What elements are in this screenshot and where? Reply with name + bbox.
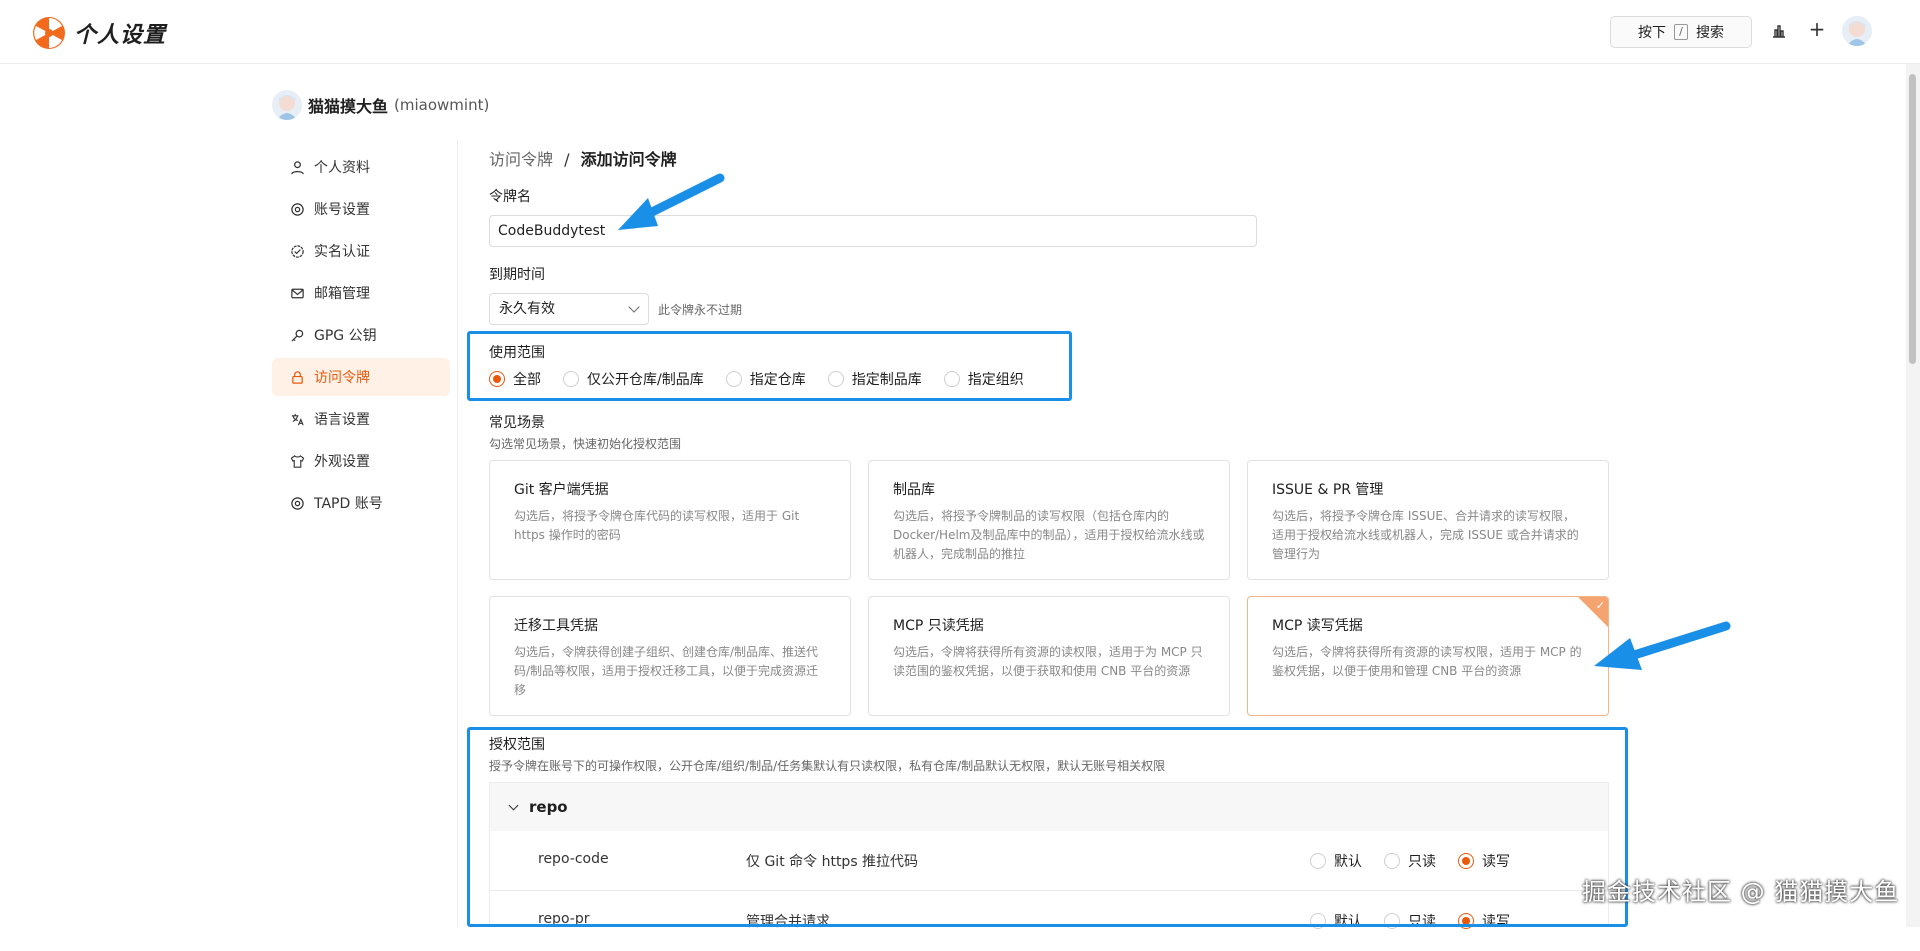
breadcrumb-separator: / — [564, 150, 570, 169]
sidebar-item-label: 语言设置 — [314, 412, 370, 428]
card-desc: 勾选后，令牌将获得所有资源的读写权限，适用于 MCP 的鉴权凭据，以便于使用和管… — [1272, 645, 1582, 678]
expiry-value: 永久有效 — [499, 301, 555, 317]
card-title: 制品库 — [893, 482, 935, 498]
annotation-box-permissions — [467, 727, 1628, 927]
shortcut-key: / — [1674, 24, 1688, 40]
user-icon — [291, 160, 304, 174]
user-name: 猫猫摸大鱼 — [308, 97, 389, 116]
language-icon — [291, 413, 304, 425]
scenario-label: 常见场景 — [489, 415, 545, 431]
card-title: ISSUE & PR 管理 — [1272, 482, 1384, 498]
sidebar-item-label: 实名认证 — [314, 244, 370, 260]
scenario-card-mcp-readwrite[interactable]: ✓ MCP 读写凭据 勾选后，令牌将获得所有资源的读写权限，适用于 MCP 的鉴… — [1247, 596, 1609, 716]
sidebar-item-appearance[interactable]: 外观设置 — [272, 442, 450, 480]
sidebar-divider — [457, 140, 458, 927]
lock-icon — [292, 370, 303, 384]
sidebar-item-account[interactable]: 账号设置 — [272, 190, 450, 228]
card-desc: 勾选后，将授予令牌仓库代码的读写权限，适用于 Git https 操作时的密码 — [514, 509, 800, 542]
scroll-thumb[interactable] — [1909, 74, 1916, 364]
gear-icon — [291, 496, 304, 510]
sidebar-item-profile[interactable]: 个人资料 — [272, 148, 450, 186]
settings-sidebar: 个人资料 账号设置 实名认证 邮箱管理 GPG 公钥 访问令牌 语言设置 外观设… — [272, 148, 450, 526]
shirt-icon — [290, 454, 305, 468]
scenario-card-mcp-readonly[interactable]: MCP 只读凭据 勾选后，令牌将获得所有资源的读权限，适用于为 MCP 只读范围… — [868, 596, 1230, 716]
scenario-hint: 勾选常见场景，快速初始化授权范围 — [489, 437, 682, 451]
verified-icon — [291, 244, 304, 258]
breadcrumb-parent[interactable]: 访问令牌 — [489, 150, 553, 169]
scenario-card-issue-pr[interactable]: ISSUE & PR 管理 勾选后，将授予令牌仓库 ISSUE、合并请求的读写权… — [1247, 460, 1609, 580]
sidebar-item-tapd[interactable]: TAPD 账号 — [272, 484, 450, 522]
breadcrumb-current: 添加访问令牌 — [580, 150, 677, 169]
card-title: 迁移工具凭据 — [514, 618, 598, 634]
sidebar-item-access-token[interactable]: 访问令牌 — [272, 358, 450, 396]
scenario-cards: Git 客户端凭据 勾选后，将授予令牌仓库代码的读写权限，适用于 Git htt… — [489, 460, 1609, 716]
expiry-label: 到期时间 — [489, 267, 545, 283]
key-icon — [291, 329, 304, 342]
sidebar-item-label: TAPD 账号 — [314, 496, 383, 512]
mail-icon — [291, 288, 304, 298]
expiry-select[interactable]: 永久有效 — [489, 293, 649, 325]
chart-icon[interactable] — [1768, 20, 1790, 42]
page-title: 个人设置 — [74, 23, 167, 48]
card-desc: 勾选后，将授予令牌制品的读写权限（包括仓库内的 Docker/Helm及制品库中… — [893, 509, 1205, 561]
sidebar-item-language[interactable]: 语言设置 — [272, 400, 450, 438]
annotation-arrow-icon — [1594, 621, 1731, 670]
sidebar-item-label: 外观设置 — [314, 454, 370, 470]
scenario-card-artifact[interactable]: 制品库 勾选后，将授予令牌制品的读写权限（包括仓库内的 Docker/Helm及… — [868, 460, 1230, 580]
search-prefix: 按下 — [1638, 25, 1666, 41]
gear-icon — [291, 202, 304, 216]
breadcrumb: 访问令牌 / 添加访问令牌 — [489, 146, 677, 170]
sidebar-item-verification[interactable]: 实名认证 — [272, 232, 450, 270]
token-name-label: 令牌名 — [489, 189, 531, 205]
expiry-hint: 此令牌永不过期 — [658, 303, 743, 317]
chevron-down-icon — [628, 301, 640, 313]
header-avatar[interactable] — [1842, 16, 1872, 46]
card-desc: 勾选后，令牌获得创建子组织、创建仓库/制品库、推送代码/制品等权限，适用于授权迁… — [514, 645, 819, 697]
check-icon: ✓ — [1595, 599, 1605, 612]
sidebar-item-label: 邮箱管理 — [314, 286, 370, 302]
sidebar-item-label: 账号设置 — [314, 202, 370, 218]
sidebar-item-label: 访问令牌 — [314, 370, 370, 386]
card-title: MCP 只读凭据 — [893, 618, 984, 634]
top-bar: 个人设置 按下 / 搜索 + — [0, 0, 1920, 64]
card-title: MCP 读写凭据 — [1272, 618, 1363, 634]
sidebar-item-gpg[interactable]: GPG 公钥 — [272, 316, 450, 354]
watermark: 掘金技术社区 @ 猫猫摸大鱼 — [1582, 878, 1900, 906]
annotation-arrow-icon — [618, 173, 725, 230]
scenario-card-git[interactable]: Git 客户端凭据 勾选后，将授予令牌仓库代码的读写权限，适用于 Git htt… — [489, 460, 851, 580]
search-button[interactable]: 按下 / 搜索 — [1610, 16, 1752, 48]
scenario-card-migration[interactable]: 迁移工具凭据 勾选后，令牌获得创建子组织、创建仓库/制品库、推送代码/制品等权限… — [489, 596, 851, 716]
sidebar-item-label: 个人资料 — [314, 160, 370, 176]
page-scrollbar[interactable] — [1906, 64, 1920, 927]
annotation-box-scope — [467, 331, 1072, 401]
app-logo-icon[interactable] — [32, 16, 66, 50]
card-desc: 勾选后，将授予令牌仓库 ISSUE、合并请求的读写权限，适用于授权给流水线或机器… — [1272, 509, 1579, 561]
search-label: 搜索 — [1696, 25, 1724, 41]
user-handle: (miaowmint) — [394, 96, 490, 114]
plus-icon[interactable]: + — [1806, 17, 1828, 41]
user-avatar — [272, 90, 302, 120]
sidebar-item-label: GPG 公钥 — [314, 328, 377, 344]
card-desc: 勾选后，令牌将获得所有资源的读权限，适用于为 MCP 只读范围的鉴权凭据，以便于… — [893, 645, 1203, 678]
card-title: Git 客户端凭据 — [514, 482, 609, 498]
sidebar-item-email[interactable]: 邮箱管理 — [272, 274, 450, 312]
user-info: 猫猫摸大鱼 (miaowmint) — [272, 90, 489, 120]
